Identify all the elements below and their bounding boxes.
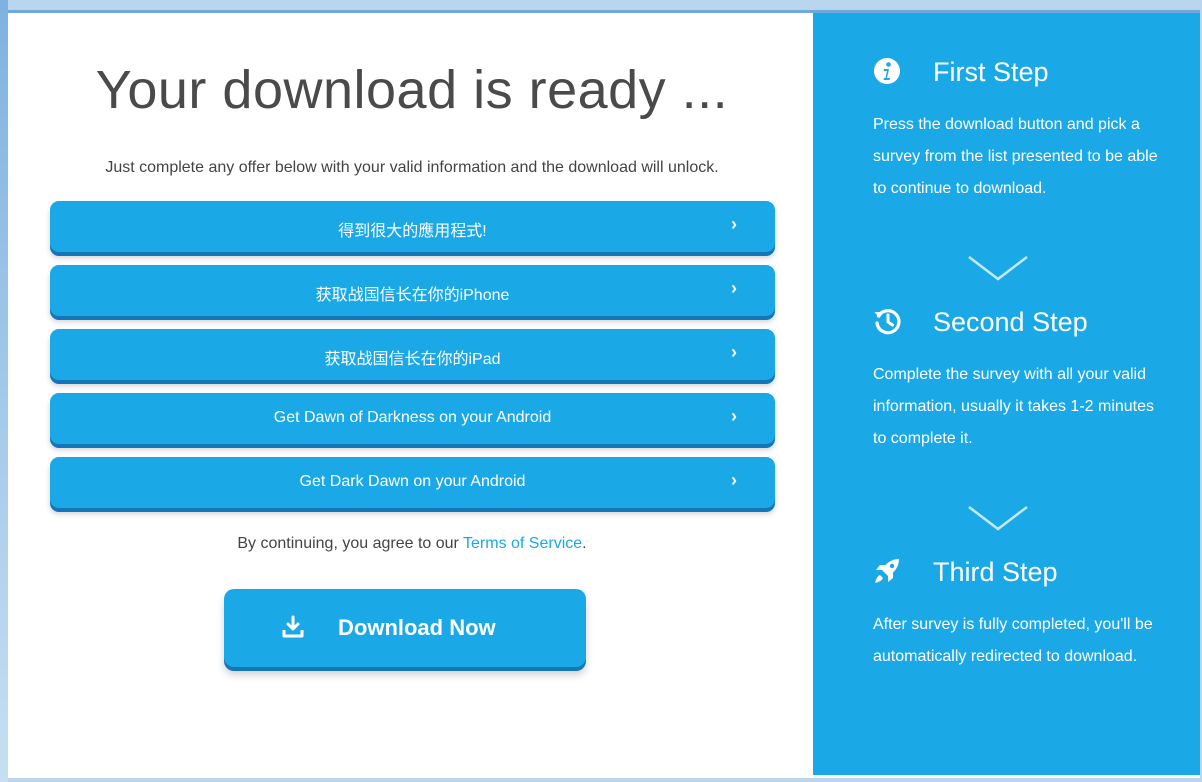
chevron-right-icon: ›	[731, 470, 737, 490]
offer-button-1[interactable]: 得到很大的應用程式! ›	[50, 201, 775, 252]
step-title: Third Step	[933, 557, 1058, 587]
offer-list: 得到很大的應用程式! › 获取战国信长在你的iPhone › 获取战国信长在你的…	[50, 201, 775, 521]
page-title: Your download is ready ...	[95, 60, 729, 120]
history-icon	[874, 309, 901, 335]
steps-sidebar: First Step Press the download button and…	[813, 13, 1200, 775]
offer-label: 获取战国信长在你的iPad	[324, 351, 501, 368]
chevron-down-icon	[968, 506, 1028, 531]
offer-label: Get Dawn of Darkness on your Android	[273, 409, 552, 426]
page-background-strip	[0, 0, 8, 782]
download-now-button[interactable]: Download Now	[224, 589, 586, 667]
terms-suffix: .	[582, 535, 587, 552]
info-icon	[874, 58, 900, 84]
chevron-right-icon: ›	[731, 278, 737, 298]
main-panel: Your download is ready ... Just complete…	[12, 13, 812, 775]
chevron-right-icon: ›	[731, 406, 737, 426]
step-text: After survey is fully completed, you'll …	[873, 616, 1153, 665]
step-text: Complete the survey with all your valid …	[873, 366, 1155, 447]
offer-button-5[interactable]: Get Dark Dawn on your Android ›	[50, 457, 775, 508]
step-text: Press the download button and pick a sur…	[873, 116, 1158, 197]
offer-button-3[interactable]: 获取战国信长在你的iPad ›	[50, 329, 775, 380]
offer-label: 获取战国信长在你的iPhone	[315, 287, 510, 304]
page-subtitle: Just complete any offer below with your …	[105, 159, 719, 176]
terms-of-service-link[interactable]: Terms of Service	[463, 535, 582, 552]
download-now-label: Download Now	[338, 615, 496, 640]
terms-notice: By continuing, you agree to our Terms of…	[12, 535, 812, 553]
terms-prefix: By continuing, you agree to our	[237, 535, 464, 552]
chevron-right-icon: ›	[731, 214, 737, 234]
download-icon	[282, 615, 304, 638]
chevron-right-icon: ›	[731, 342, 737, 362]
offer-button-4[interactable]: Get Dawn of Darkness on your Android ›	[50, 393, 775, 444]
offer-label: 得到很大的應用程式!	[338, 223, 487, 240]
step-title: First Step	[933, 57, 1049, 87]
step-title: Second Step	[933, 307, 1088, 337]
offer-label: Get Dark Dawn on your Android	[299, 473, 526, 490]
offer-button-2[interactable]: 获取战国信长在你的iPhone ›	[50, 265, 775, 316]
chevron-down-icon	[968, 256, 1028, 281]
rocket-icon	[875, 559, 899, 583]
